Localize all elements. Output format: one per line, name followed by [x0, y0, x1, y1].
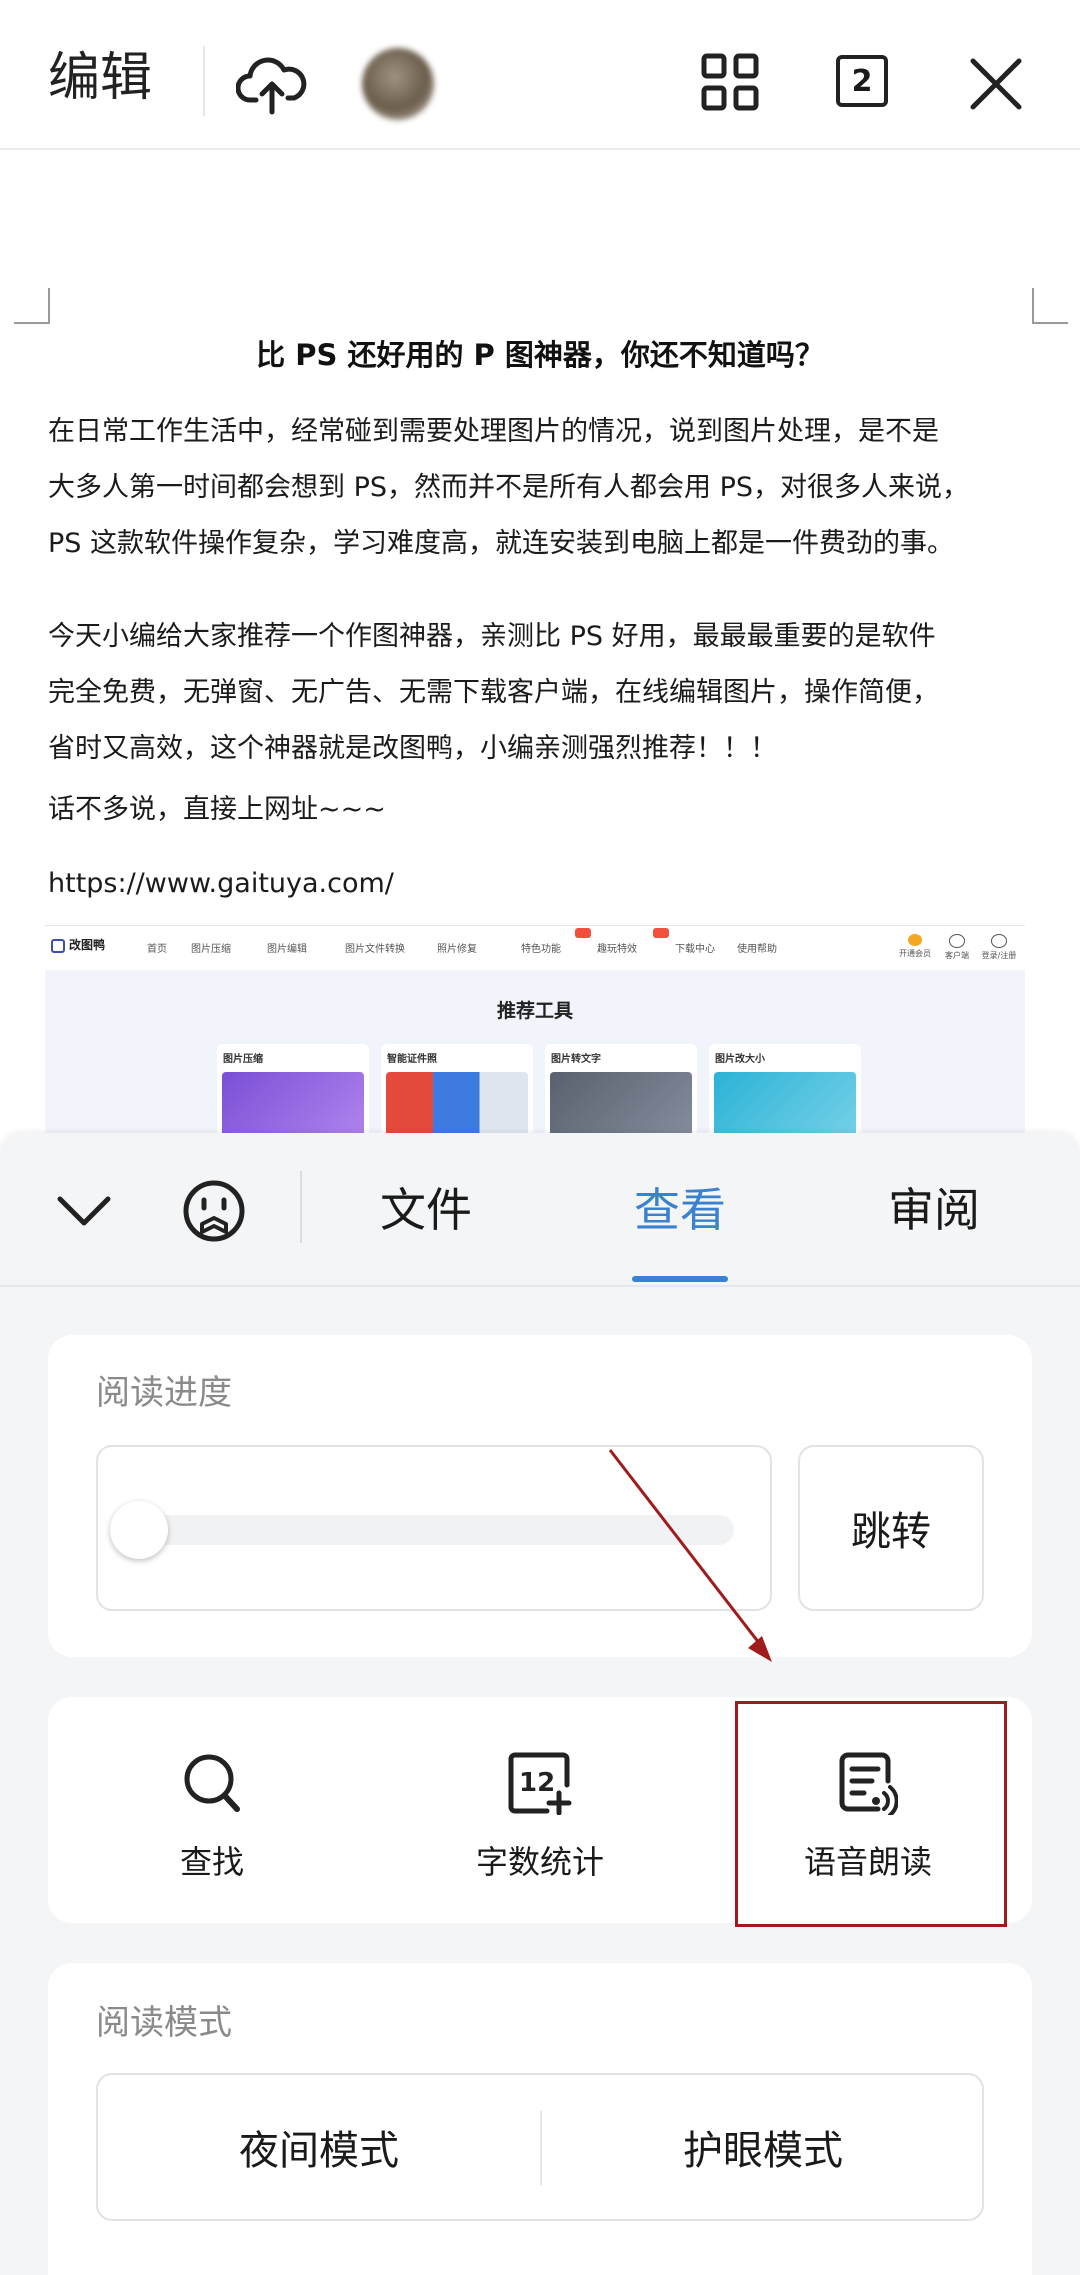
embedded-login-link: 登录/注册	[979, 934, 1019, 961]
embedded-link-label: 登录/注册	[981, 951, 1017, 960]
embedded-card-label: 图片转文字	[551, 1054, 601, 1065]
embedded-screenshot: 改图鸭 首页 图片压缩 图片编辑 图片文件转换 照片修复 特色功能 趣玩特效 下…	[45, 925, 1025, 1135]
find-label: 查找	[179, 1843, 244, 1881]
word-count-label: 字数统计	[475, 1843, 604, 1881]
embedded-nav-item: 首页	[147, 944, 167, 955]
embedded-card-label: 图片改大小	[715, 1054, 765, 1065]
close-icon[interactable]	[966, 54, 1026, 114]
download-icon	[949, 934, 965, 948]
embedded-nav-item: 图片文件转换	[345, 944, 405, 955]
hot-badge	[575, 928, 591, 938]
eye-care-mode-button: 护眼模式	[683, 2128, 843, 2174]
active-tab-indicator	[632, 1276, 728, 1282]
embedded-nav-item: 照片修复	[437, 944, 477, 955]
embedded-card-label: 图片压缩	[223, 1054, 263, 1065]
reading-progress-label: 阅读进度	[96, 1373, 232, 1413]
crown-icon	[908, 934, 922, 946]
reading-progress-card: 阅读进度 跳转	[48, 1335, 1032, 1657]
document-title: 比 PS 还好用的 P 图神器，你还不知道吗？	[256, 338, 824, 372]
reading-mode-label: 阅读模式	[96, 2003, 232, 2043]
embedded-nav-item: 图片压缩	[191, 944, 231, 955]
svg-text:12: 12	[519, 1768, 555, 1798]
user-icon	[991, 934, 1007, 948]
avatar[interactable]	[362, 48, 434, 120]
paragraph: 在日常工作生活中，经常碰到需要处理图片的情况，说到图片处理，是不是 大多人第一时…	[48, 416, 970, 559]
chevron-down-icon[interactable]	[52, 1179, 116, 1243]
find-button[interactable]: 查找	[48, 1697, 376, 1923]
assistant-icon[interactable]	[180, 1177, 248, 1245]
night-mode-button[interactable]: 夜间模式	[98, 2075, 540, 2219]
embedded-card-image	[222, 1072, 364, 1135]
page-count-icon[interactable]: 2	[836, 55, 888, 107]
paragraph: 话不多说，直接上网址~~~	[48, 794, 386, 825]
grid-icon[interactable]	[700, 52, 760, 112]
embedded-logo: 改图鸭	[51, 936, 105, 953]
cloud-upload-icon[interactable]	[232, 44, 312, 124]
sheet-tab-bar: 文件 查看 审阅	[0, 1133, 1080, 1287]
embedded-vip-link: 开通会员	[895, 934, 935, 959]
reading-mode-options: 夜间模式 护眼模式	[96, 2073, 984, 2221]
word-count-icon: 12	[376, 1751, 704, 1817]
margin-corner-mark	[1032, 288, 1068, 324]
embedded-nav-item: 趣玩特效	[597, 944, 637, 955]
embedded-logo-text: 改图鸭	[69, 938, 106, 952]
tab-review[interactable]: 审阅	[888, 1183, 980, 1237]
embedded-card-label: 智能证件照	[387, 1054, 437, 1065]
progress-slider-handle[interactable]	[110, 1501, 168, 1559]
logo-icon	[51, 938, 65, 953]
embedded-nav-item: 特色功能	[521, 944, 561, 955]
embedded-tool-card: 图片改大小	[709, 1044, 861, 1135]
embedded-card-image	[386, 1072, 528, 1135]
embedded-nav-item: 下载中心	[675, 944, 715, 955]
toolbar-divider	[203, 46, 205, 116]
embedded-tool-card: 智能证件照	[381, 1044, 533, 1135]
progress-slider-track[interactable]	[138, 1515, 734, 1545]
reading-mode-card: 阅读模式 夜间模式 护眼模式	[48, 1963, 1032, 2275]
top-toolbar: 编辑 2	[0, 0, 1080, 150]
embedded-tool-card: 图片转文字	[545, 1044, 697, 1135]
search-icon	[48, 1751, 376, 1817]
document-page: 比 PS 还好用的 P 图神器，你还不知道吗？ 在日常工作生活中，经常碰到需要处…	[0, 150, 1080, 1135]
embedded-nav-item: 使用帮助	[737, 944, 777, 955]
tab-file[interactable]: 文件	[380, 1183, 472, 1237]
url-link[interactable]: https://www.gaituya.com/	[48, 856, 1038, 912]
hot-badge	[653, 928, 669, 938]
margin-corner-mark	[14, 288, 50, 324]
embedded-heading: 推荐工具	[496, 1000, 573, 1022]
edit-button[interactable]: 编辑	[48, 48, 152, 108]
embedded-card-image	[550, 1072, 692, 1135]
embedded-card-image	[714, 1072, 856, 1135]
embedded-tool-card: 图片压缩	[217, 1044, 369, 1135]
jump-button[interactable]: 跳转	[798, 1445, 984, 1611]
embedded-link-label: 客户端	[945, 951, 969, 960]
embedded-nav: 改图鸭 首页 图片压缩 图片编辑 图片文件转换 照片修复 特色功能 趣玩特效 下…	[45, 926, 1025, 970]
tabbar-divider	[300, 1171, 302, 1243]
paragraph: 今天小编给大家推荐一个作图神器，亲测比 PS 好用，最最最重要的是软件 完全免费…	[48, 621, 939, 764]
embedded-link-label: 开通会员	[899, 949, 931, 958]
word-count-button[interactable]: 12 字数统计	[376, 1697, 704, 1923]
embedded-client-link: 客户端	[937, 934, 977, 961]
annotation-highlight-box	[735, 1701, 1007, 1927]
embedded-nav-item: 图片编辑	[267, 944, 307, 955]
tab-view[interactable]: 查看	[634, 1183, 726, 1237]
reading-progress-slider-box	[96, 1445, 772, 1611]
